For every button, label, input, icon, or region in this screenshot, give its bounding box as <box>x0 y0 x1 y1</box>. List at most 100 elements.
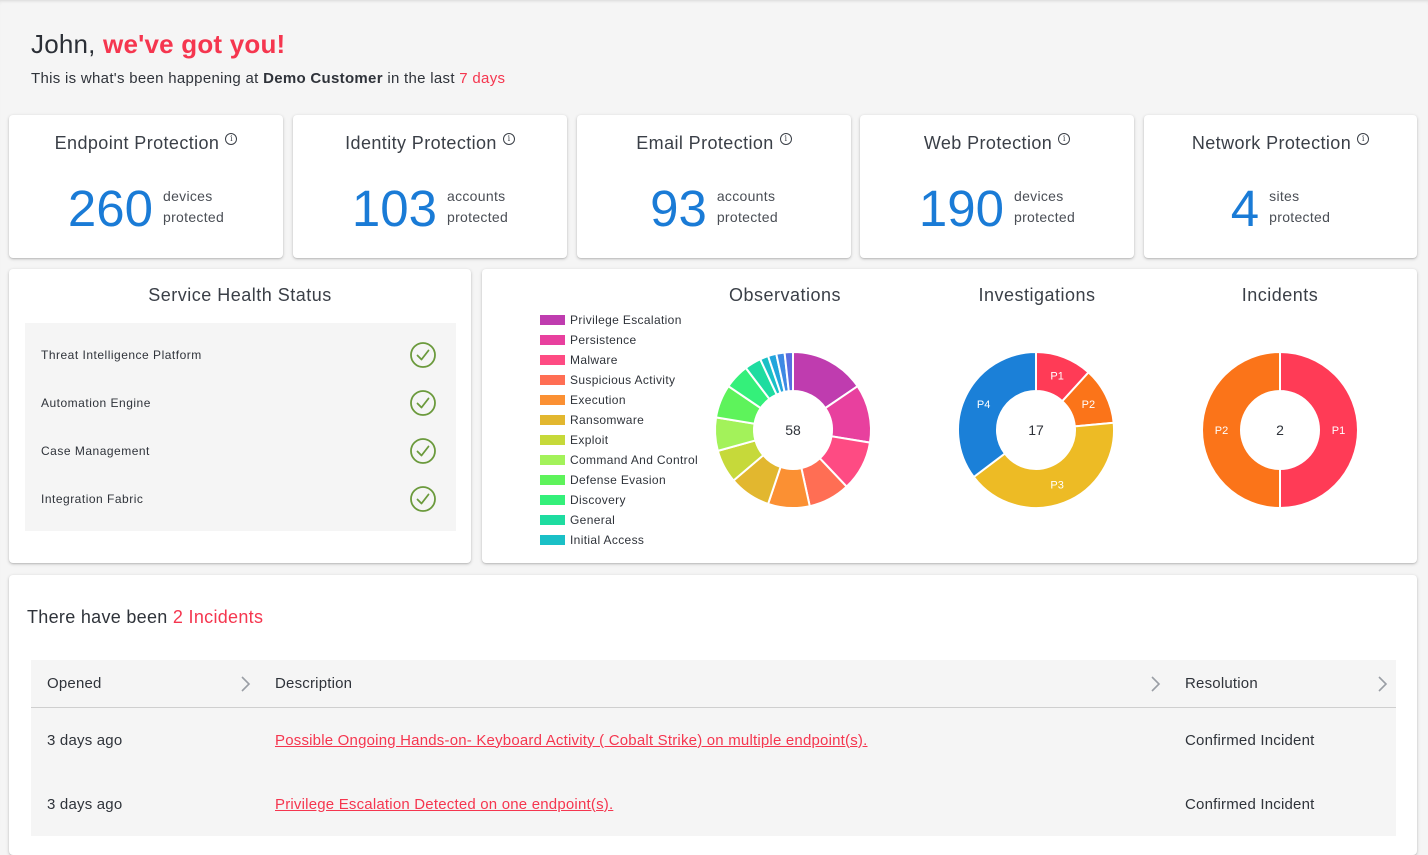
card-title: Endpoint Protection i <box>9 132 283 154</box>
check-circle-icon <box>409 485 437 513</box>
metric-value: 260 <box>67 180 153 237</box>
summary-prefix: This is what's been happening at <box>31 70 259 87</box>
unit-line-2: protected <box>163 209 225 225</box>
metric-unit: accounts protected <box>717 186 778 228</box>
incidents-slice[interactable] <box>1201 350 1281 510</box>
info-icon[interactable]: i <box>1357 133 1370 145</box>
table-row: 3 days ago Privilege Escalation Detected… <box>31 772 1396 836</box>
metric-unit: sites protected <box>1269 186 1330 228</box>
incidents-slice[interactable] <box>1279 350 1359 510</box>
column-label: Opened <box>47 675 102 692</box>
service-health-title: Service Health Status <box>148 285 332 305</box>
chevron-right-icon[interactable] <box>239 675 251 693</box>
metric-value: 190 <box>918 180 1004 237</box>
email-protection-card: Email Protection i 93 accounts protected <box>577 115 851 258</box>
incidents-card: There have been 2 Incidents Opened Descr… <box>9 575 1417 855</box>
summary-middle: in the last <box>387 70 455 87</box>
unit-line-2: protected <box>1014 209 1076 225</box>
card-title-text: Identity Protection <box>345 133 497 153</box>
column-header-opened[interactable]: Opened <box>31 660 259 707</box>
metric-value: 93 <box>650 180 707 237</box>
service-item: Automation Engine <box>25 379 456 427</box>
incident-link[interactable]: Possible Ongoing Hands-on- Keyboard Acti… <box>275 732 867 749</box>
card-title-text: Web Protection <box>923 133 1053 153</box>
column-label: Resolution <box>1185 675 1258 692</box>
info-icon[interactable]: i <box>1058 133 1071 145</box>
greeting-name: John, <box>31 29 96 59</box>
chevron-right-icon[interactable] <box>1149 675 1161 693</box>
unit-line-1: accounts <box>447 188 506 204</box>
observations-total-label: 58 <box>785 422 801 438</box>
greeting-tagline: we've got you! <box>103 29 286 59</box>
column-header-resolution[interactable]: Resolution <box>1169 660 1396 707</box>
metric: 93 accounts protected <box>577 183 851 235</box>
column-label: Description <box>275 675 353 692</box>
greeting-heading: John, we've got you! <box>31 27 285 61</box>
table-header: Opened Description Resolution <box>31 660 1396 708</box>
incidents-table: Opened Description Resolution 3 days ago… <box>31 660 1396 836</box>
incident-link[interactable]: Privilege Escalation Detected on one end… <box>275 796 613 813</box>
check-circle-icon <box>409 341 437 369</box>
check-circle-icon <box>409 389 437 417</box>
observations-donut[interactable]: 58 <box>714 350 872 509</box>
metric: 190 devices protected <box>860 183 1134 235</box>
endpoint-protection-card: Endpoint Protection i 260 devices protecte… <box>9 115 283 258</box>
info-icon[interactable]: i <box>225 133 238 145</box>
description-cell: Possible Ongoing Hands-on- Keyboard Acti… <box>259 708 1169 772</box>
investigations-donut[interactable]: P1 P2 P3 P4 17 <box>957 350 1115 509</box>
card-title-text: Email Protection <box>636 133 774 153</box>
service-name: Case Management <box>41 444 150 458</box>
activity-charts-card: Privilege Escalation Persistence Malware… <box>482 269 1417 563</box>
unit-line-2: protected <box>447 209 509 225</box>
unit-line-1: devices <box>163 188 213 204</box>
card-title: Identity Protection i <box>293 132 567 154</box>
opened-cell: 3 days ago <box>47 731 123 749</box>
service-name: Automation Engine <box>41 396 151 410</box>
investigations-slice-label: P1 <box>1050 370 1063 382</box>
customer-name: Demo Customer <box>263 70 383 87</box>
metric-unit: devices protected <box>1014 186 1075 228</box>
unit-line-1: devices <box>1014 188 1064 204</box>
service-item: Case Management <box>25 427 456 475</box>
card-title: Email Protection i <box>577 132 851 154</box>
incidents-slice-label: P1 <box>1332 425 1345 437</box>
chevron-right-icon[interactable] <box>1376 675 1388 693</box>
summary-line: This is what's been happening at Demo Cu… <box>31 69 505 89</box>
investigations-slice-label: P3 <box>1050 480 1063 492</box>
incidents-total-label: 2 <box>1276 422 1284 438</box>
incidents-slice-label: P2 <box>1215 425 1228 437</box>
investigations-slice[interactable] <box>957 350 1037 479</box>
donut-charts: 58 P1 P2 P3 P4 17 P1 P2 2 <box>714 350 1359 510</box>
info-icon[interactable]: i <box>502 133 515 145</box>
incidents-count[interactable]: 2 Incidents <box>173 607 263 627</box>
service-item: Integration Fabric <box>25 475 456 523</box>
metric-unit: devices protected <box>163 186 224 228</box>
investigations-slice-label: P2 <box>1082 399 1095 411</box>
incidents-heading-prefix: There have been <box>27 607 168 627</box>
info-icon[interactable]: i <box>779 133 792 145</box>
incidents-heading: There have been 2 Incidents <box>27 606 263 628</box>
card-title-text: Endpoint Protection <box>54 133 220 153</box>
resolution-cell: Confirmed Incident <box>1185 795 1315 813</box>
metric-value: 103 <box>351 180 437 237</box>
metric: 260 devices protected <box>9 183 283 235</box>
investigations-total-label: 17 <box>1028 422 1044 438</box>
service-health-card: Service Health Status Threat Intelligenc… <box>9 269 471 563</box>
unit-line-1: sites <box>1269 188 1300 204</box>
service-name: Integration Fabric <box>41 492 144 506</box>
metric: 103 accounts protected <box>293 183 567 235</box>
incidents-donut[interactable]: P1 P2 2 <box>1201 350 1359 510</box>
network-protection-card: Network Protection i 4 sites protected <box>1144 115 1417 258</box>
column-header-description[interactable]: Description <box>259 660 1169 707</box>
unit-line-2: protected <box>716 209 778 225</box>
time-period: 7 days <box>459 70 506 87</box>
check-circle-icon <box>409 437 437 465</box>
metric-value: 4 <box>1230 180 1260 237</box>
service-health-list: Threat Intelligence Platform Automation … <box>25 323 456 531</box>
card-title: Web Protection i <box>860 132 1134 154</box>
card-title-text: Network Protection <box>1191 133 1352 153</box>
investigations-slice-label: P4 <box>977 399 990 411</box>
description-cell: Privilege Escalation Detected on one end… <box>259 772 1169 836</box>
web-protection-card: Web Protection i 190 devices protected <box>860 115 1134 258</box>
metric-unit: accounts protected <box>447 186 508 228</box>
